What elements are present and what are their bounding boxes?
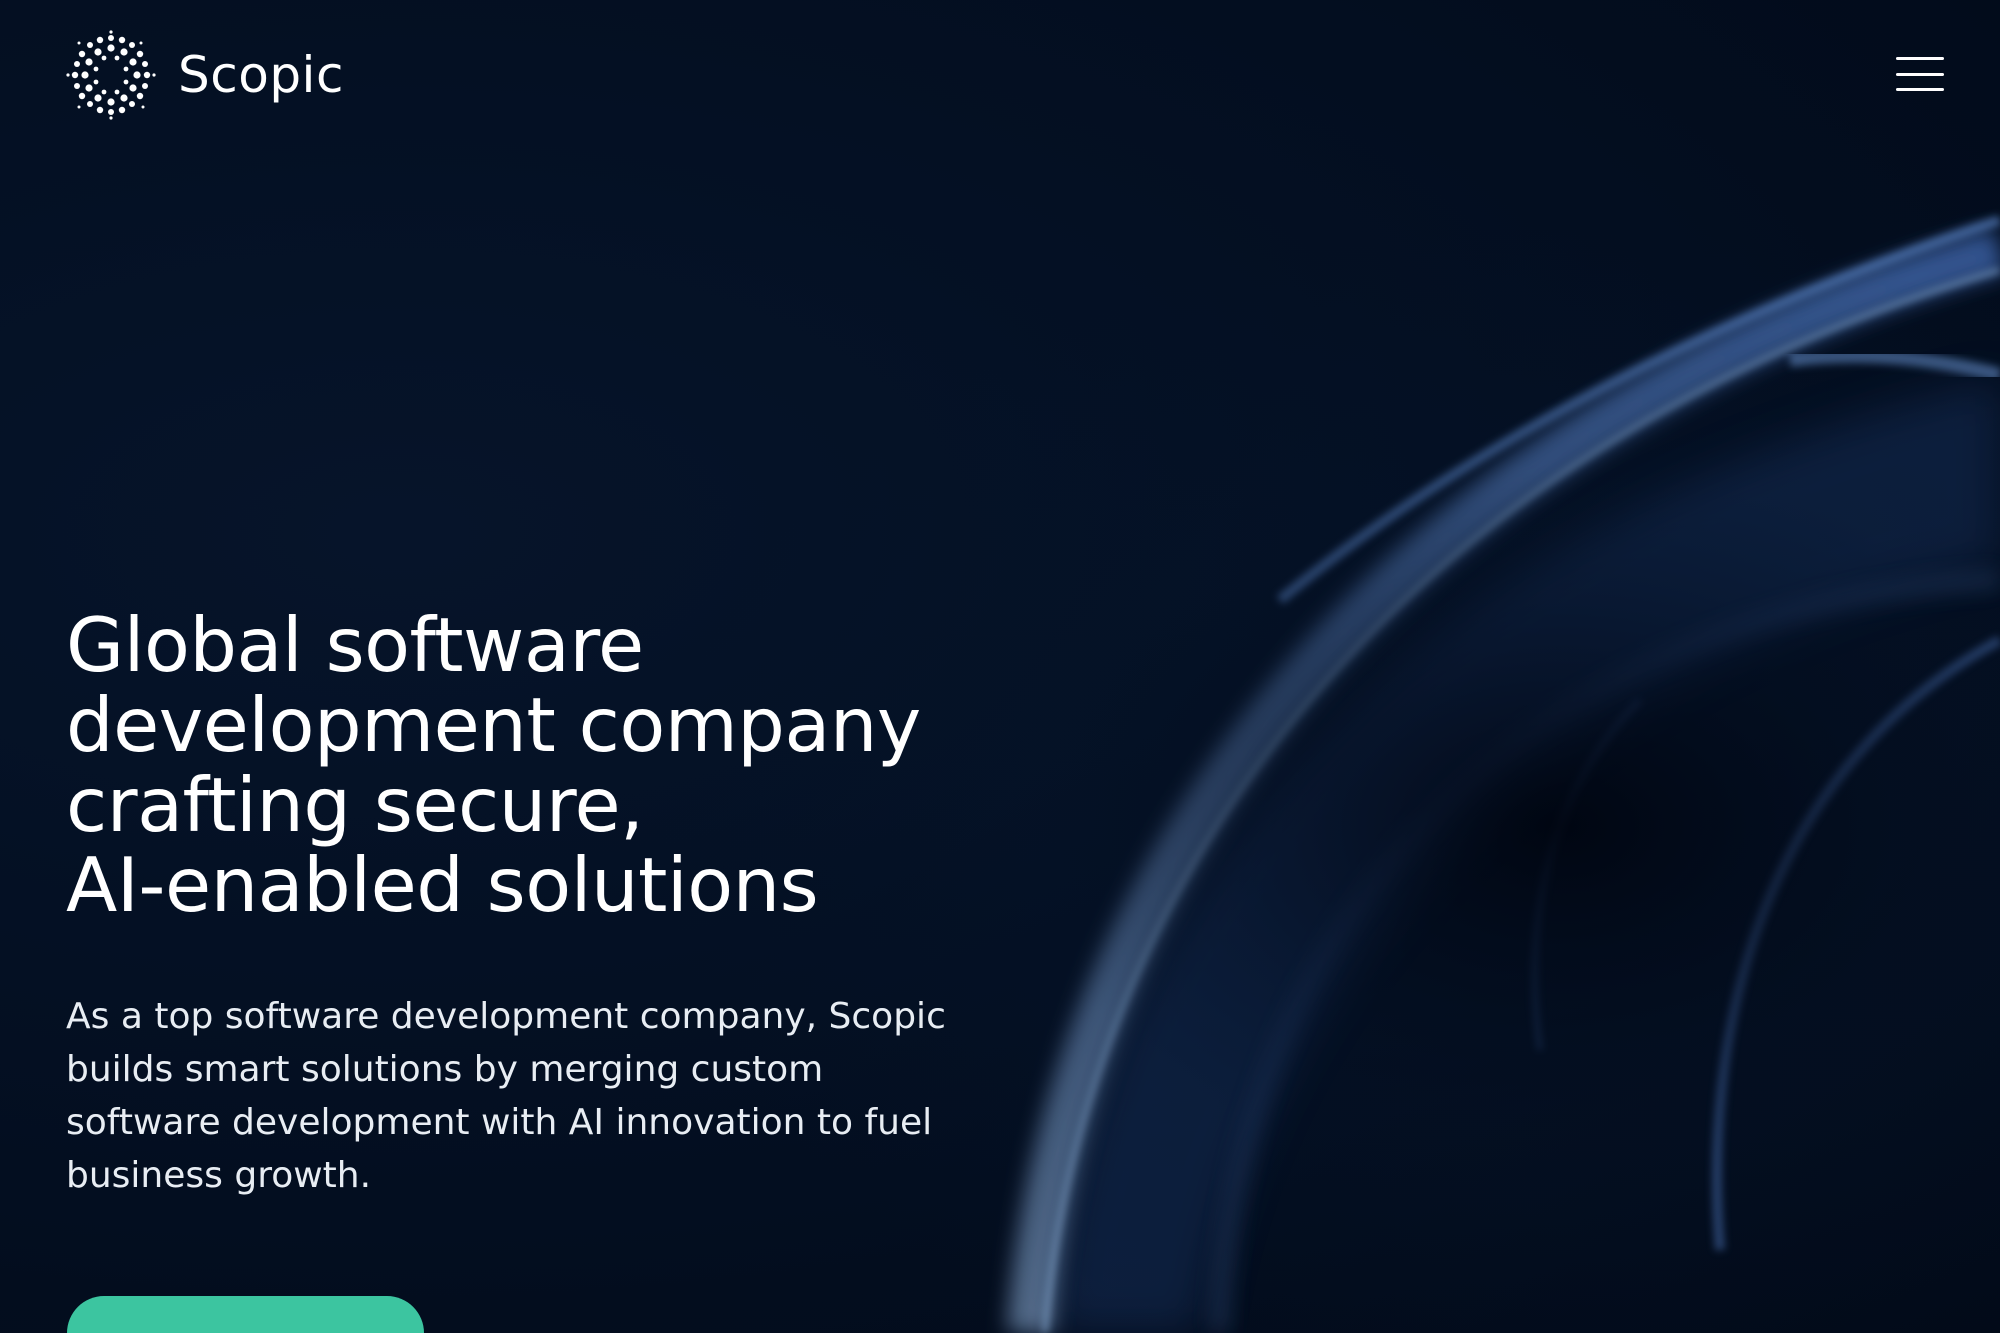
page: Scopic Global software development compa… <box>0 0 2000 1333</box>
hero-heading-line: Global software <box>66 601 644 689</box>
hamburger-menu-icon[interactable] <box>1892 52 1948 96</box>
hero-heading-line: development company <box>66 681 921 769</box>
hero-heading-line: crafting secure, <box>66 761 644 849</box>
hero-heading-line: AI-enabled solutions <box>66 841 819 929</box>
dotted-circle-logo-icon <box>66 30 156 120</box>
hero-description: As a top software development company, S… <box>66 990 1066 1202</box>
cta-button[interactable] <box>67 1296 424 1333</box>
hero-description-line: As a top software development company, S… <box>66 996 946 1037</box>
menu-bar-middle <box>1896 72 1944 76</box>
hero-description-line: software development with AI innovation … <box>66 1102 933 1143</box>
hero-description-line: business growth. <box>66 1155 372 1196</box>
hero-description-line: builds smart solutions by merging custom <box>66 1049 824 1090</box>
menu-bar-top <box>1896 57 1944 60</box>
brand-name: Scopic <box>178 46 344 104</box>
hero-heading: Global software development company craf… <box>66 605 1066 925</box>
menu-bar-bottom <box>1896 88 1944 91</box>
brand-logo-link[interactable]: Scopic <box>66 30 344 120</box>
